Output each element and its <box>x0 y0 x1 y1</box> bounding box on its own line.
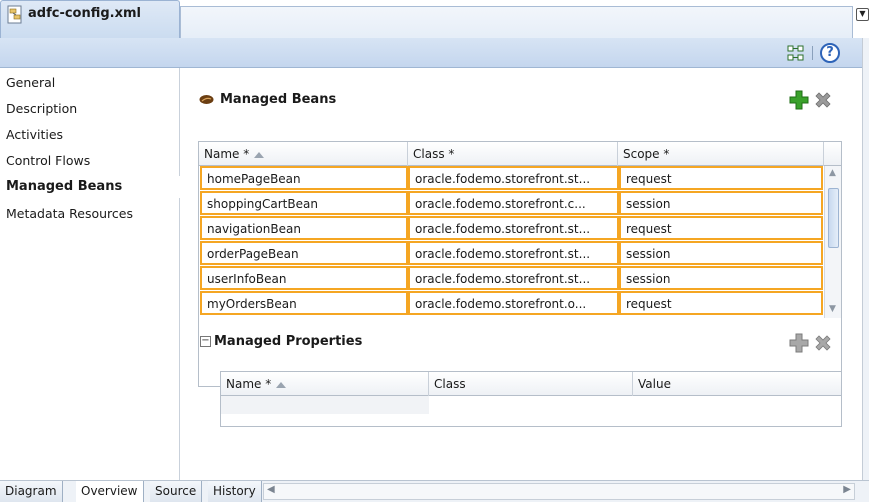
table-header: Name * Class Value <box>221 372 841 396</box>
cell-class[interactable]: oracle.fodemo.storefront.st... <box>408 216 619 240</box>
column-label: Name * <box>226 377 272 391</box>
empty-row <box>221 396 429 414</box>
cell-class[interactable]: oracle.fodemo.storefront.st... <box>408 266 619 290</box>
delete-bean-icon[interactable] <box>814 91 832 109</box>
collapse-icon[interactable]: − <box>200 336 211 347</box>
cell-scope[interactable]: session <box>619 191 823 215</box>
sort-ascending-icon <box>276 381 287 388</box>
managed-properties-title: Managed Properties <box>214 334 363 349</box>
cell-name[interactable]: userInfoBean <box>200 266 408 290</box>
cell-scope[interactable]: request <box>619 166 823 190</box>
column-label: Name * <box>204 147 250 161</box>
scroll-right-icon[interactable]: ▶ <box>843 484 851 495</box>
managed-beans-panel: Managed Beans Name * Class * Scope * hom… <box>181 68 862 480</box>
help-icon[interactable]: ? <box>820 43 840 63</box>
cell-class[interactable]: oracle.fodemo.storefront.c... <box>408 191 619 215</box>
cell-scope[interactable]: request <box>619 291 823 315</box>
add-bean-icon[interactable] <box>789 90 809 110</box>
managed-properties-header[interactable]: − Managed Properties <box>200 334 362 349</box>
cell-name[interactable]: navigationBean <box>200 216 408 240</box>
cell-name[interactable]: orderPageBean <box>200 241 408 265</box>
xml-file-icon <box>7 5 22 24</box>
bean-icon <box>199 95 214 104</box>
scroll-down-icon[interactable]: ▼ <box>829 304 836 314</box>
editor-tab-strip: adfc-config.xml ▼ <box>0 0 869 38</box>
cell-scope[interactable]: session <box>619 266 823 290</box>
managed-beans-header: Managed Beans <box>199 92 336 107</box>
column-header-value[interactable]: Value <box>633 372 841 396</box>
nav-item-metadata-resources[interactable]: Metadata Resources <box>6 203 133 225</box>
cell-scope[interactable]: session <box>619 241 823 265</box>
editor-tab-adfc-config[interactable]: adfc-config.xml <box>0 0 180 38</box>
nav-item-control-flows[interactable]: Control Flows <box>6 150 90 172</box>
delete-property-icon[interactable] <box>814 334 832 352</box>
column-header-name[interactable]: Name * <box>221 372 429 396</box>
scroll-up-icon[interactable]: ▲ <box>829 168 836 178</box>
beans-table-scrollbar[interactable]: ▲ ▼ <box>824 166 841 318</box>
nav-item-managed-beans[interactable]: Managed Beans <box>0 176 181 198</box>
tab-strip-background <box>180 6 853 38</box>
column-header-name[interactable]: Name * <box>199 142 408 166</box>
tab-source[interactable]: Source <box>150 481 203 502</box>
column-header-class[interactable]: Class <box>429 372 633 396</box>
scroll-thumb[interactable] <box>828 188 839 248</box>
nav-item-description[interactable]: Description <box>6 98 77 120</box>
cell-class[interactable]: oracle.fodemo.storefront.st... <box>408 241 619 265</box>
cell-name[interactable]: myOrdersBean <box>200 291 408 315</box>
toolbar-separator <box>812 46 813 60</box>
horizontal-scrollbar[interactable]: ◀ ▶ <box>263 483 855 500</box>
editor-tab-label: adfc-config.xml <box>28 6 141 21</box>
managed-properties-table: Name * Class Value <box>220 371 842 427</box>
managed-beans-title: Managed Beans <box>220 92 337 107</box>
editor-toolbar: ? <box>0 38 862 68</box>
structure-icon[interactable] <box>787 45 805 61</box>
nav-item-activities[interactable]: Activities <box>6 124 63 146</box>
scroll-left-icon[interactable]: ◀ <box>267 484 275 495</box>
overview-nav: General Description Activities Control F… <box>0 68 181 480</box>
column-header-scope[interactable]: Scope * <box>618 142 824 166</box>
vertical-scrollbar[interactable] <box>862 38 869 480</box>
tab-diagram[interactable]: Diagram <box>0 481 63 502</box>
cell-name[interactable]: homePageBean <box>200 166 408 190</box>
managed-beans-table: Name * Class * Scope * homePageBean orac… <box>198 141 842 387</box>
nav-item-general[interactable]: General <box>6 72 55 94</box>
bottom-editor-tabs: Diagram Overview Source History ◀ ▶ <box>0 480 869 502</box>
cell-class[interactable]: oracle.fodemo.storefront.st... <box>408 166 619 190</box>
cell-name[interactable]: shoppingCartBean <box>200 191 408 215</box>
tab-history[interactable]: History <box>208 481 262 502</box>
table-header: Name * Class * Scope * <box>199 142 841 166</box>
tab-list-dropdown-icon[interactable]: ▼ <box>856 8 869 21</box>
tab-overview[interactable]: Overview <box>76 481 144 502</box>
column-header-class[interactable]: Class * <box>408 142 618 166</box>
cell-class[interactable]: oracle.fodemo.storefront.o... <box>408 291 619 315</box>
cell-scope[interactable]: request <box>619 216 823 240</box>
add-property-icon[interactable] <box>789 333 809 353</box>
sort-ascending-icon <box>254 151 265 158</box>
